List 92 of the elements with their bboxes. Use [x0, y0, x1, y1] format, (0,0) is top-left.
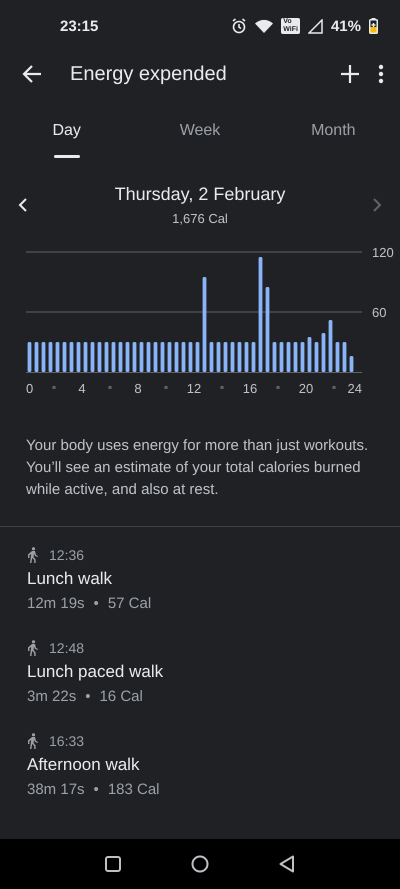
period-tab[interactable]: Week — [133, 104, 267, 168]
bar — [216, 342, 220, 372]
period-tab[interactable]: Day — [0, 104, 134, 168]
axis-label: 4 — [78, 381, 86, 396]
separator-dot: • — [94, 781, 99, 798]
chevron-left-icon — [18, 197, 28, 213]
walking-icon — [27, 733, 39, 749]
bar — [328, 320, 332, 372]
bar — [90, 342, 94, 372]
app-title: Energy expended — [70, 62, 228, 86]
bar — [56, 342, 60, 372]
bar — [342, 342, 346, 372]
bar — [308, 337, 312, 372]
separator-dot: • — [85, 688, 90, 705]
bar — [62, 342, 66, 372]
bar — [42, 342, 46, 372]
activity-duration: 12m 19s — [27, 595, 85, 612]
bar — [238, 342, 242, 372]
activity-duration: 3m 22s — [27, 688, 76, 705]
bar — [244, 342, 248, 372]
bar — [98, 342, 102, 372]
activity-time: 12:36 — [49, 547, 84, 563]
axis-label: 120 — [372, 245, 394, 260]
circle-icon — [191, 855, 209, 873]
bar — [196, 342, 200, 372]
status-time: 23:15 — [60, 18, 98, 34]
bar — [118, 342, 122, 372]
period-tab[interactable]: Month — [266, 104, 400, 168]
wifi-icon — [255, 19, 274, 33]
bar — [48, 342, 52, 372]
chevron-right-icon — [372, 197, 382, 213]
bar — [314, 342, 318, 372]
bar — [160, 342, 164, 372]
activity-name[interactable]: Lunch paced walk — [27, 662, 373, 682]
activity-time: 12:48 — [49, 640, 84, 656]
walking-icon — [27, 640, 39, 656]
activity-calories: 16 Cal — [99, 688, 143, 705]
bar — [322, 333, 326, 372]
square-icon — [105, 856, 121, 872]
bar — [350, 356, 354, 372]
axis-label: 8 — [134, 381, 142, 396]
bar — [70, 342, 74, 372]
bar — [154, 342, 158, 372]
bar — [168, 342, 172, 372]
bar — [230, 342, 234, 372]
separator-dot: • — [94, 595, 99, 612]
bar — [126, 342, 130, 372]
battery-icon — [369, 18, 378, 34]
signal-icon — [308, 18, 323, 34]
activity-name[interactable]: Afternoon walk — [27, 755, 373, 775]
daily-total: 1,676 Cal — [172, 211, 228, 226]
bar — [140, 342, 144, 372]
bar — [146, 342, 150, 372]
activity-time: 16:33 — [49, 733, 84, 749]
axis-label: 12 — [186, 381, 202, 396]
activity-calories: 183 Cal — [108, 781, 160, 798]
walking-icon — [27, 547, 39, 563]
bar — [112, 342, 116, 372]
plus-icon — [340, 64, 360, 84]
activity-name[interactable]: Lunch walk — [27, 569, 373, 589]
axis-label: 20 — [298, 381, 314, 396]
axis-label: 0 — [26, 381, 34, 396]
more-icon — [378, 64, 384, 84]
bar — [336, 342, 340, 372]
bar — [84, 342, 88, 372]
bar — [272, 342, 276, 372]
bar — [104, 342, 108, 372]
bar — [286, 342, 290, 372]
bar — [28, 342, 32, 372]
bar — [224, 342, 228, 372]
activity-calories: 57 Cal — [108, 595, 152, 612]
alarm-icon — [231, 18, 248, 34]
bar — [76, 342, 80, 372]
bar — [294, 342, 298, 372]
bar — [182, 342, 186, 372]
bar — [132, 342, 136, 372]
bar — [300, 342, 304, 372]
axis-label: 24 — [348, 381, 362, 396]
bar — [188, 342, 192, 372]
axis-label: 16 — [242, 381, 258, 396]
bar — [252, 342, 256, 372]
triangle-icon — [279, 855, 295, 873]
bar — [280, 342, 284, 372]
date-label: Thursday, 2 February — [114, 184, 286, 205]
back-arrow-icon — [22, 64, 42, 84]
bar — [174, 342, 178, 372]
battery-percent: 41% — [330, 18, 361, 34]
bar — [210, 342, 214, 372]
axis-label: 60 — [372, 305, 386, 320]
bar — [34, 342, 38, 372]
description-text: Your body uses energy for more than just workouts. You’ll see an estimate of your total calories burned while active, and also at rest. — [26, 436, 370, 500]
activity-duration: 38m 17s — [27, 781, 85, 798]
